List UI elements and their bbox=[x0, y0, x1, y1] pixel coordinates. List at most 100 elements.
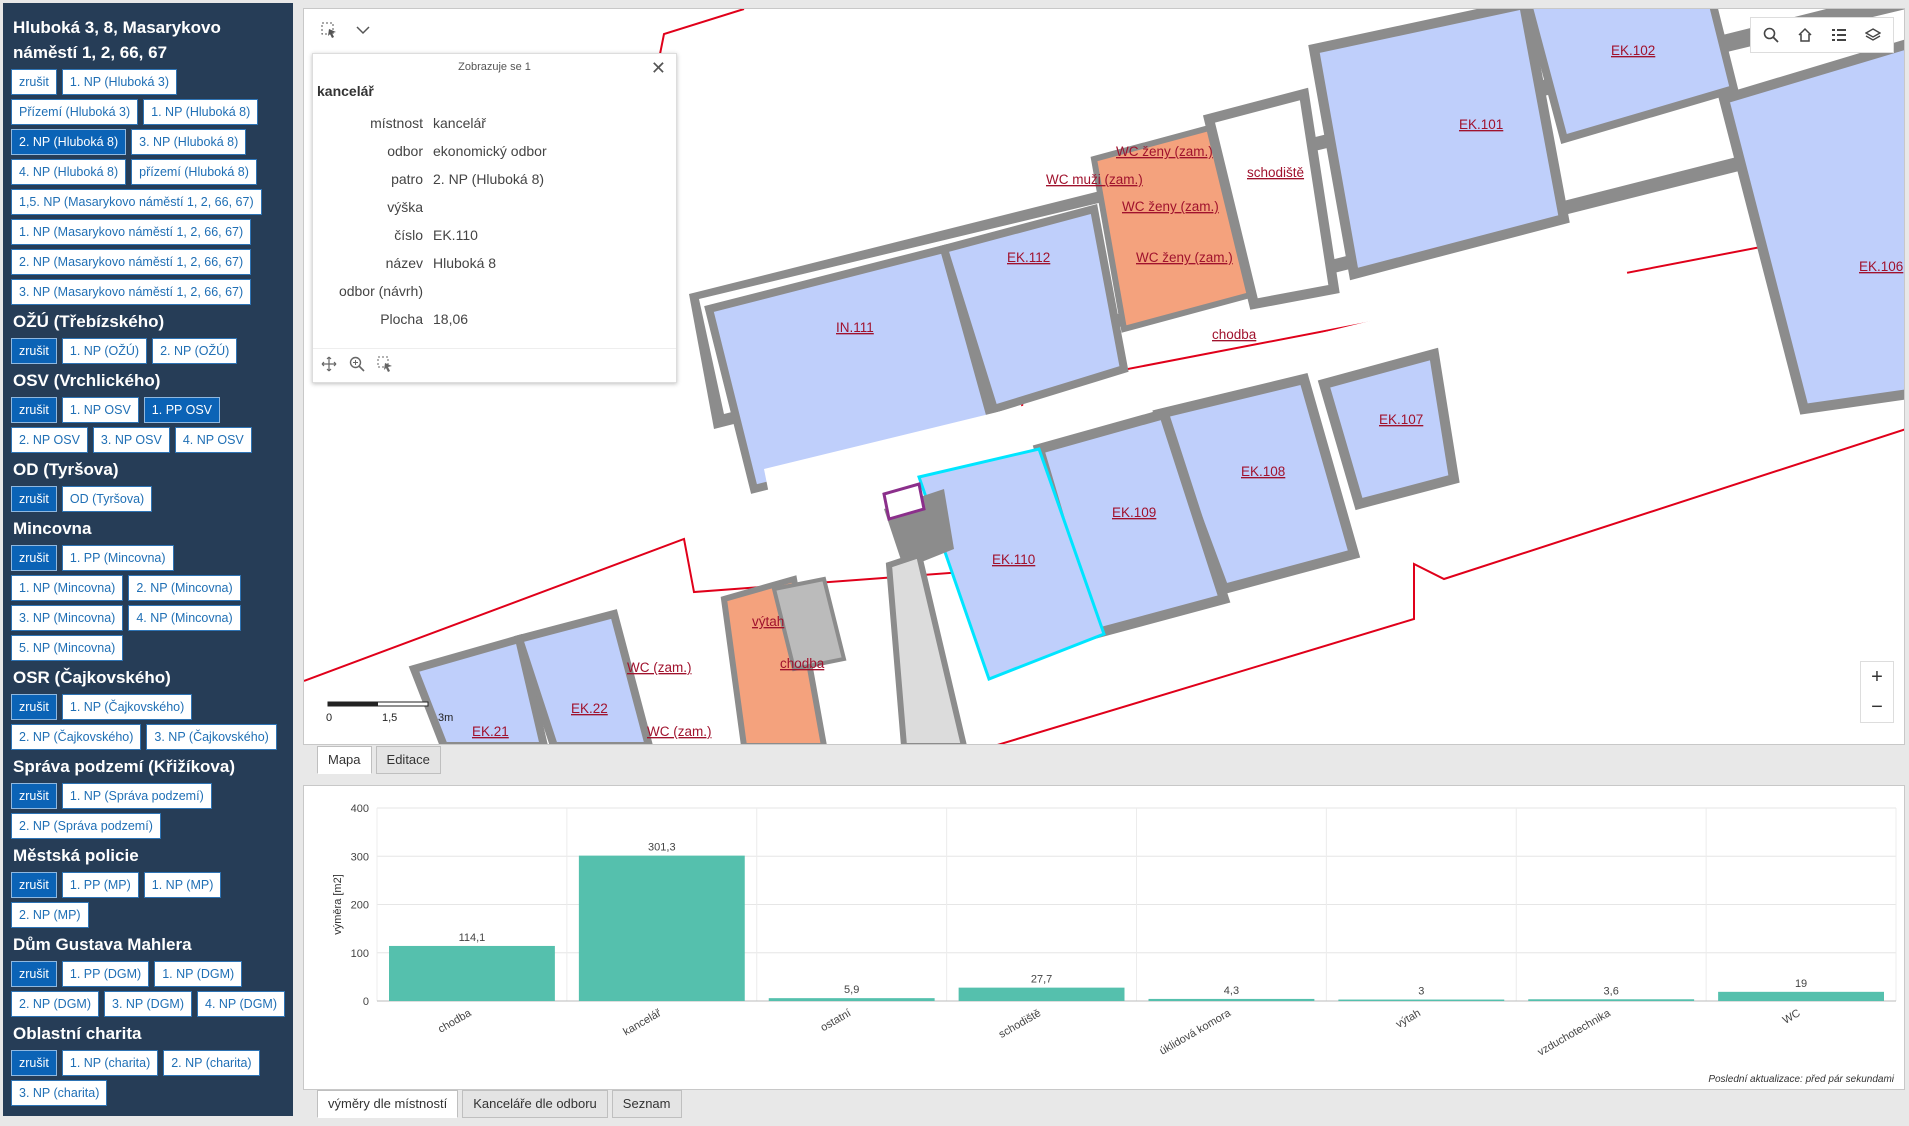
floor-button[interactable]: 1,5. NP (Masarykovo náměstí 1, 2, 66, 67… bbox=[11, 189, 262, 215]
floor-button[interactable]: 1. NP (Správa podzemí) bbox=[61, 783, 212, 809]
cancel-floor-button[interactable]: zrušit bbox=[11, 397, 57, 423]
zoom-to-icon[interactable] bbox=[349, 356, 365, 375]
floor-button[interactable]: Přízemí (Hluboká 3) bbox=[11, 99, 139, 125]
label-wc-zeny-1: WC ženy (zam.) bbox=[1116, 144, 1213, 159]
floor-button[interactable]: 2. NP OSV bbox=[11, 427, 88, 453]
popup-field-row: patro 2. NP (Hluboká 8) bbox=[313, 165, 676, 193]
legend-icon[interactable] bbox=[1823, 22, 1855, 48]
tab[interactable]: výměry dle místností bbox=[317, 1090, 459, 1118]
floor-button[interactable]: 1. NP (Hluboká 8) bbox=[143, 99, 259, 125]
popup-field-row: Plocha 18,06 bbox=[313, 305, 676, 333]
cancel-floor-button[interactable]: zrušit bbox=[11, 338, 57, 364]
cancel-floor-button[interactable]: zrušit bbox=[11, 1050, 57, 1076]
data-label: 3 bbox=[1418, 986, 1424, 998]
scale-mid: 1,5 bbox=[382, 712, 398, 724]
floor-button[interactable]: OD (Tyršova) bbox=[61, 486, 153, 512]
select-icon[interactable] bbox=[377, 356, 393, 375]
move-icon[interactable] bbox=[321, 356, 337, 375]
floor-button[interactable]: 1. NP (DGM) bbox=[154, 961, 243, 987]
floor-button[interactable]: 2. NP (charita) bbox=[163, 1050, 260, 1076]
layers-icon[interactable] bbox=[1857, 22, 1889, 48]
x-tick-label: kancelář bbox=[621, 1007, 663, 1038]
floor-button[interactable]: 1. PP OSV bbox=[143, 397, 221, 423]
floor-button[interactable]: 3. NP (DGM) bbox=[104, 991, 192, 1017]
floor-button[interactable]: 1. PP (DGM) bbox=[61, 961, 150, 987]
popup-field-key: Plocha bbox=[380, 311, 423, 327]
tab[interactable]: Kanceláře dle odboru bbox=[462, 1090, 608, 1118]
floor-button[interactable]: 4. NP (Mincovna) bbox=[128, 605, 241, 631]
x-tick-label: výtah bbox=[1394, 1007, 1423, 1031]
floor-button[interactable]: 1. NP (OŽÚ) bbox=[61, 338, 148, 364]
group-title: Hluboká 3, 8, Masarykovo náměstí 1, 2, 6… bbox=[13, 18, 221, 62]
tab[interactable]: Editace bbox=[375, 746, 441, 774]
x-tick-label: ostatní bbox=[819, 1007, 854, 1034]
floor-button[interactable]: 1. NP (Masarykovo náměstí 1, 2, 66, 67) bbox=[11, 219, 252, 245]
label-ek110: EK.110 bbox=[992, 552, 1035, 567]
floor-button[interactable]: 2. NP (OŽÚ) bbox=[152, 338, 238, 364]
popup-field-row: výška bbox=[313, 193, 676, 221]
floor-buttons: zrušit 1. NP (Čajkovského) 2. NP (Čajkovsk… bbox=[11, 694, 285, 750]
floor-button[interactable]: 3. NP (Čajkovského) bbox=[146, 724, 277, 750]
search-icon[interactable] bbox=[1755, 22, 1787, 48]
floor-button[interactable]: 1. NP (Hluboká 3) bbox=[61, 69, 177, 95]
x-tick-label: schodiště bbox=[997, 1007, 1043, 1041]
floor-button[interactable]: 4. NP (Hluboká 8) bbox=[11, 159, 127, 185]
floor-button[interactable]: 2. NP (MP) bbox=[11, 902, 89, 928]
floor-button[interactable]: 1. PP (MP) bbox=[61, 872, 139, 898]
cancel-floor-button[interactable]: zrušit bbox=[11, 486, 57, 512]
floor-buttons: zrušit OD (Tyršova) bbox=[11, 486, 285, 512]
popup-field-value: Hluboká 8 bbox=[433, 255, 497, 271]
floor-button[interactable]: 3. NP (charita) bbox=[11, 1080, 108, 1106]
y-tick-label: 300 bbox=[351, 851, 369, 863]
chevron-down-icon[interactable] bbox=[348, 17, 378, 43]
floor-button[interactable]: 3. NP (Masarykovo náměstí 1, 2, 66, 67) bbox=[11, 279, 252, 305]
map-toolbar bbox=[314, 17, 378, 43]
floor-button[interactable]: 2. NP (Masarykovo náměstí 1, 2, 66, 67) bbox=[11, 249, 252, 275]
label-ek108: EK.108 bbox=[1241, 464, 1285, 479]
map-right-toolbar bbox=[1750, 17, 1894, 53]
floor-button[interactable]: přízemí (Hluboká 8) bbox=[131, 159, 257, 185]
zoom-out-button[interactable]: − bbox=[1861, 692, 1893, 722]
cancel-floor-button[interactable]: zrušit bbox=[11, 694, 57, 720]
floor-button[interactable]: 1. NP (Čajkovského) bbox=[61, 694, 193, 720]
group-title: OD (Tyršova) bbox=[13, 460, 119, 479]
zoom-in-button[interactable]: + bbox=[1861, 662, 1893, 692]
floor-button[interactable]: 3. NP OSV bbox=[92, 427, 170, 453]
popup-field-value: ekonomický odbor bbox=[433, 143, 547, 159]
floor-button[interactable]: 2. NP (DGM) bbox=[11, 991, 99, 1017]
floor-button[interactable]: 2. NP (Mincovna) bbox=[128, 575, 241, 601]
cancel-floor-button[interactable]: zrušit bbox=[11, 872, 57, 898]
floor-button[interactable]: 5. NP (Mincovna) bbox=[11, 635, 124, 661]
floor-button[interactable]: 1. NP (Mincovna) bbox=[11, 575, 124, 601]
floor-button[interactable]: 3. NP (Mincovna) bbox=[11, 605, 124, 631]
floor-button[interactable]: 1. NP (MP) bbox=[143, 872, 222, 898]
home-icon[interactable] bbox=[1789, 22, 1821, 48]
floor-buttons: zrušit 1. NP (Hluboká 3) Přízemí (Hluboká … bbox=[11, 69, 285, 305]
cancel-floor-button[interactable]: zrušit bbox=[11, 961, 57, 987]
floor-button[interactable]: 4. NP OSV bbox=[174, 427, 252, 453]
label-ek22: EK.22 bbox=[571, 701, 608, 716]
data-label: 27,7 bbox=[1031, 974, 1052, 986]
floor-button[interactable]: 4. NP (DGM) bbox=[197, 991, 285, 1017]
floor-button[interactable]: 2. NP (Hluboká 8) bbox=[11, 129, 127, 155]
data-label: 4,3 bbox=[1224, 985, 1239, 997]
label-ek21: EK.21 bbox=[472, 724, 509, 739]
tab[interactable]: Seznam bbox=[611, 1090, 682, 1118]
floor-button[interactable]: 2. NP (Čajkovského) bbox=[11, 724, 142, 750]
close-icon[interactable]: ✕ bbox=[651, 58, 666, 79]
tab[interactable]: Mapa bbox=[317, 746, 372, 774]
cancel-floor-button[interactable]: zrušit bbox=[11, 545, 57, 571]
select-icon[interactable] bbox=[314, 17, 344, 43]
cancel-floor-button[interactable]: zrušit bbox=[11, 69, 57, 95]
floor-button[interactable]: 1. NP OSV bbox=[61, 397, 139, 423]
floor-button[interactable]: 2. NP (Správa podzemí) bbox=[11, 813, 161, 839]
floor-button[interactable]: 1. NP (charita) bbox=[61, 1050, 159, 1076]
cancel-floor-button[interactable]: zrušit bbox=[11, 783, 57, 809]
popup-field-row: číslo EK.110 bbox=[313, 221, 676, 249]
popup-field-key: patro bbox=[391, 171, 423, 187]
floor-button[interactable]: 1. PP (Mincovna) bbox=[61, 545, 174, 571]
label-wc-zeny-2: WC ženy (zam.) bbox=[1122, 199, 1219, 214]
popup-field-row: odbor (návrh) bbox=[313, 277, 676, 305]
floor-button[interactable]: 3. NP (Hluboká 8) bbox=[131, 129, 247, 155]
data-label: 5,9 bbox=[844, 984, 859, 996]
